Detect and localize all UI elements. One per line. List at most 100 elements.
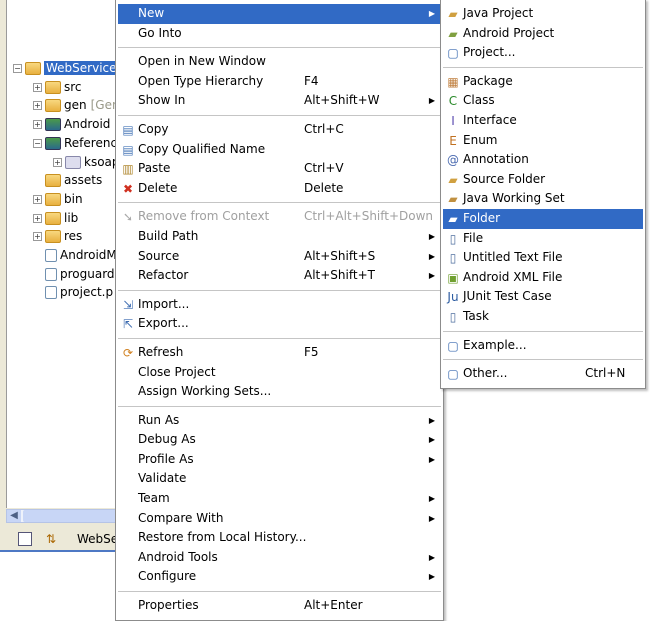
horizontal-scrollbar[interactable]: ◀ bbox=[6, 509, 117, 523]
menu-item-interface[interactable]: I Interface bbox=[443, 111, 643, 131]
tree-item[interactable]: + ksoap bbox=[53, 153, 120, 171]
tree-item-label: bin bbox=[64, 191, 83, 206]
project-icon bbox=[25, 62, 41, 75]
copy-icon: ▤ bbox=[122, 122, 134, 137]
expand-icon[interactable]: + bbox=[33, 120, 42, 130]
menu-item-new[interactable]: New ▶ bbox=[118, 4, 441, 24]
tree-item[interactable]: + gen [Gen bbox=[33, 96, 120, 114]
expand-icon[interactable]: + bbox=[33, 82, 42, 92]
working-set-icon: ▰ bbox=[448, 192, 458, 207]
tree-item-label: proguard bbox=[60, 266, 115, 281]
tree-item[interactable]: + res bbox=[33, 227, 82, 245]
menu-item-example[interactable]: ▢ Example... bbox=[443, 336, 643, 356]
menu-item-restore-from-local-history[interactable]: Restore from Local History... bbox=[118, 528, 441, 548]
menu-item-file[interactable]: ▯ File bbox=[443, 229, 643, 249]
menu-item-delete[interactable]: ✖ Delete Delete bbox=[118, 179, 441, 199]
menu-item-export[interactable]: ⇱ Export... bbox=[118, 314, 441, 334]
menu-item-project[interactable]: ▢ Project... bbox=[443, 43, 643, 63]
scroll-left-icon[interactable]: ◀ bbox=[7, 510, 21, 522]
menu-item-java-working-set[interactable]: ▰ Java Working Set bbox=[443, 189, 643, 209]
filter-icon[interactable]: ⇅ bbox=[46, 532, 60, 546]
collapse-icon[interactable]: − bbox=[13, 64, 22, 73]
tree-item[interactable]: assets bbox=[33, 171, 102, 189]
submenu-arrow-icon: ▶ bbox=[428, 96, 435, 106]
menu-item-label: Run As bbox=[138, 412, 180, 427]
delete-icon: ✖ bbox=[122, 181, 134, 196]
menu-item-compare-with[interactable]: Compare With ▶ bbox=[118, 509, 441, 529]
tree-item[interactable]: project.p bbox=[33, 283, 113, 301]
menu-item-other[interactable]: ▢ Other... Ctrl+N bbox=[443, 364, 643, 384]
tree-item[interactable]: + src bbox=[33, 78, 82, 96]
menu-item-assign-working-sets[interactable]: Assign Working Sets... bbox=[118, 382, 441, 402]
menu-item-java-project[interactable]: ▰ Java Project bbox=[443, 4, 643, 24]
menu-item-properties[interactable]: Properties Alt+Enter bbox=[118, 596, 441, 616]
menu-item-debug-as[interactable]: Debug As ▶ bbox=[118, 430, 441, 450]
android-manifest-icon bbox=[45, 249, 57, 262]
menu-item-label: Enum bbox=[463, 132, 498, 147]
new-view-icon[interactable] bbox=[18, 532, 32, 546]
menu-separator bbox=[118, 286, 441, 295]
expand-icon[interactable]: + bbox=[33, 213, 42, 223]
tree-item[interactable]: proguard bbox=[33, 265, 115, 283]
menu-item-android-project[interactable]: ▰ Android Project bbox=[443, 24, 643, 44]
menu-item-task[interactable]: ▯ Task bbox=[443, 307, 643, 327]
menu-item-profile-as[interactable]: Profile As ▶ bbox=[118, 450, 441, 470]
menu-item-show-in[interactable]: Show In Alt+Shift+W ▶ bbox=[118, 91, 441, 111]
menu-item-refactor[interactable]: Refactor Alt+Shift+T ▶ bbox=[118, 266, 441, 286]
menu-item-run-as[interactable]: Run As ▶ bbox=[118, 411, 441, 431]
menu-item-android-tools[interactable]: Android Tools ▶ bbox=[118, 548, 441, 568]
project-tree[interactable]: − WebService + src + gen [Gen + Android − Referenc… bbox=[6, 0, 120, 508]
menu-item-label: Refactor bbox=[138, 268, 189, 283]
shortcut-label: Ctrl+V bbox=[304, 161, 344, 176]
expand-icon[interactable]: + bbox=[33, 101, 42, 111]
expand-icon[interactable]: + bbox=[33, 194, 42, 204]
tree-item[interactable]: + Android bbox=[33, 115, 110, 133]
menu-item-go-into[interactable]: Go Into bbox=[118, 24, 441, 44]
menu-item-remove-from-context[interactable]: ➘ Remove from Context Ctrl+Alt+Shift+Down bbox=[118, 207, 441, 227]
tree-item[interactable]: + bin bbox=[33, 190, 83, 208]
menu-item-copy[interactable]: ▤ Copy Ctrl+C bbox=[118, 120, 441, 140]
menu-item-folder[interactable]: ▰ Folder bbox=[443, 208, 643, 229]
menu-item-label: Package bbox=[463, 73, 513, 88]
menu-item-open-in-new-window[interactable]: Open in New Window bbox=[118, 52, 441, 72]
shortcut-label: Delete bbox=[304, 180, 344, 195]
menu-separator bbox=[443, 327, 643, 336]
menu-item-close-project[interactable]: Close Project bbox=[118, 363, 441, 383]
tree-item[interactable]: − WebService bbox=[13, 59, 119, 77]
expand-icon[interactable]: + bbox=[33, 232, 42, 242]
menu-item-package[interactable]: ▦ Package bbox=[443, 72, 643, 92]
menu-item-untitled-text-file[interactable]: ▯ Untitled Text File bbox=[443, 248, 643, 268]
menu-item-copy-qualified-name[interactable]: ▤ Copy Qualified Name bbox=[118, 140, 441, 160]
menu-item-open-type-hierarchy[interactable]: Open Type Hierarchy F4 bbox=[118, 72, 441, 92]
menu-item-source-folder[interactable]: ▰ Source Folder bbox=[443, 170, 643, 190]
folder-icon bbox=[45, 192, 61, 206]
tree-item[interactable]: + lib bbox=[33, 209, 78, 227]
menu-item-label: JUnit Test Case bbox=[463, 289, 552, 304]
menu-separator bbox=[443, 355, 643, 364]
tree-item[interactable]: − Referenc bbox=[33, 134, 117, 152]
menu-item-label: Close Project bbox=[138, 364, 216, 379]
enum-icon: E bbox=[449, 133, 457, 148]
menu-item-refresh[interactable]: ⟳ Refresh F5 bbox=[118, 343, 441, 363]
menu-item-annotation[interactable]: @ Annotation bbox=[443, 150, 643, 170]
menu-item-import[interactable]: ⇲ Import... bbox=[118, 295, 441, 315]
menu-item-class[interactable]: C Class bbox=[443, 91, 643, 111]
menu-item-android-xml-file[interactable]: ▣ Android XML File bbox=[443, 268, 643, 288]
menu-item-source[interactable]: Source Alt+Shift+S ▶ bbox=[118, 247, 441, 267]
view-tab-label[interactable]: WebSe bbox=[77, 532, 118, 546]
submenu-arrow-icon: ▶ bbox=[428, 572, 435, 582]
menu-item-label: Example... bbox=[463, 337, 527, 352]
collapse-icon[interactable]: − bbox=[33, 138, 42, 148]
expand-icon[interactable]: + bbox=[53, 157, 62, 167]
menu-item-enum[interactable]: E Enum bbox=[443, 131, 643, 151]
menu-item-team[interactable]: Team ▶ bbox=[118, 489, 441, 509]
menu-item-build-path[interactable]: Build Path ▶ bbox=[118, 227, 441, 247]
shortcut-label: Alt+Shift+T bbox=[304, 268, 375, 283]
menu-separator bbox=[118, 402, 441, 411]
menu-item-junit-test-case[interactable]: Ju JUnit Test Case bbox=[443, 287, 643, 307]
menu-item-configure[interactable]: Configure ▶ bbox=[118, 567, 441, 587]
menu-item-paste[interactable]: ▥ Paste Ctrl+V bbox=[118, 159, 441, 179]
tree-item[interactable]: AndroidM bbox=[33, 246, 117, 264]
scrollbar-thumb[interactable] bbox=[23, 510, 117, 522]
menu-item-validate[interactable]: Validate bbox=[118, 469, 441, 489]
